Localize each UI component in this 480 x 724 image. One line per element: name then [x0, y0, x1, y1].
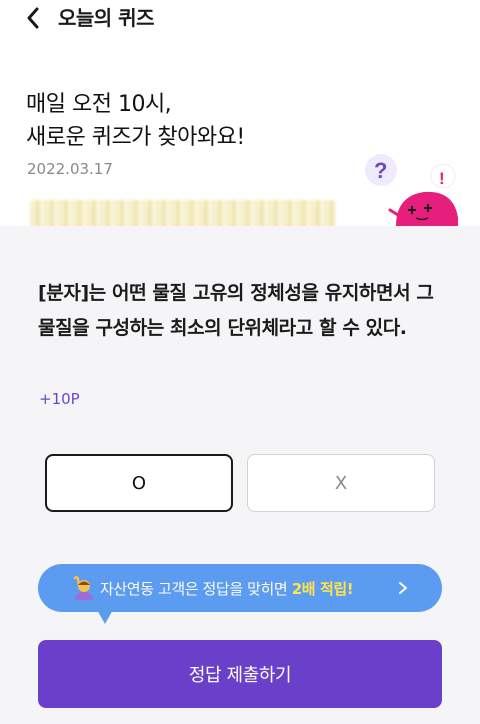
svg-text:!: !: [439, 169, 445, 188]
headline: 매일 오전 10시, 새로운 퀴즈가 찾아와요!: [26, 88, 245, 154]
person-raising-hand-icon: [73, 576, 93, 600]
quiz-date: 2022.03.17: [27, 160, 113, 178]
submit-answer-button[interactable]: 정답 제출하기: [38, 640, 442, 708]
promo-text: 자산연동 고객은 정답을 맞히면 2배 적립!: [100, 578, 354, 599]
svg-text:?: ?: [374, 158, 387, 183]
quiz-mascot-icon: ? !: [365, 154, 458, 226]
promo-emphasis: 2배 적립!: [291, 580, 354, 598]
promo-banner[interactable]: 자산연동 고객은 정답을 맞히면 2배 적립!: [38, 564, 442, 612]
page-title: 오늘의 퀴즈: [58, 6, 154, 30]
back-button[interactable]: [18, 3, 48, 33]
headline-line-1: 매일 오전 10시,: [26, 92, 172, 117]
app-header: 오늘의 퀴즈: [0, 0, 480, 40]
quiz-question: [분자]는 어떤 물질 고유의 정체성을 유지하면서 그 물질을 구성하는 최소…: [38, 282, 434, 339]
chevron-left-icon: [27, 7, 39, 29]
headline-line-2: 새로운 퀴즈가 찾아와요!: [26, 125, 245, 150]
answer-x-label: X: [334, 472, 348, 494]
answer-o-button[interactable]: O: [45, 454, 233, 512]
answer-x-button[interactable]: X: [247, 454, 435, 512]
points-reward: +10P: [39, 390, 80, 408]
submit-label: 정답 제출하기: [188, 665, 292, 686]
promo-text-main: 자산연동 고객은 정답을 맞히면: [100, 580, 292, 598]
banner-tail: [96, 608, 114, 624]
quiz-card: [분자]는 어떤 물질 고유의 정체성을 유지하면서 그 물질을 구성하는 최소…: [0, 226, 480, 724]
answer-o-label: O: [131, 472, 147, 494]
hero-section: 매일 오전 10시, 새로운 퀴즈가 찾아와요! 2022.03.17 ? !: [0, 40, 480, 238]
chevron-right-icon: [399, 582, 407, 594]
